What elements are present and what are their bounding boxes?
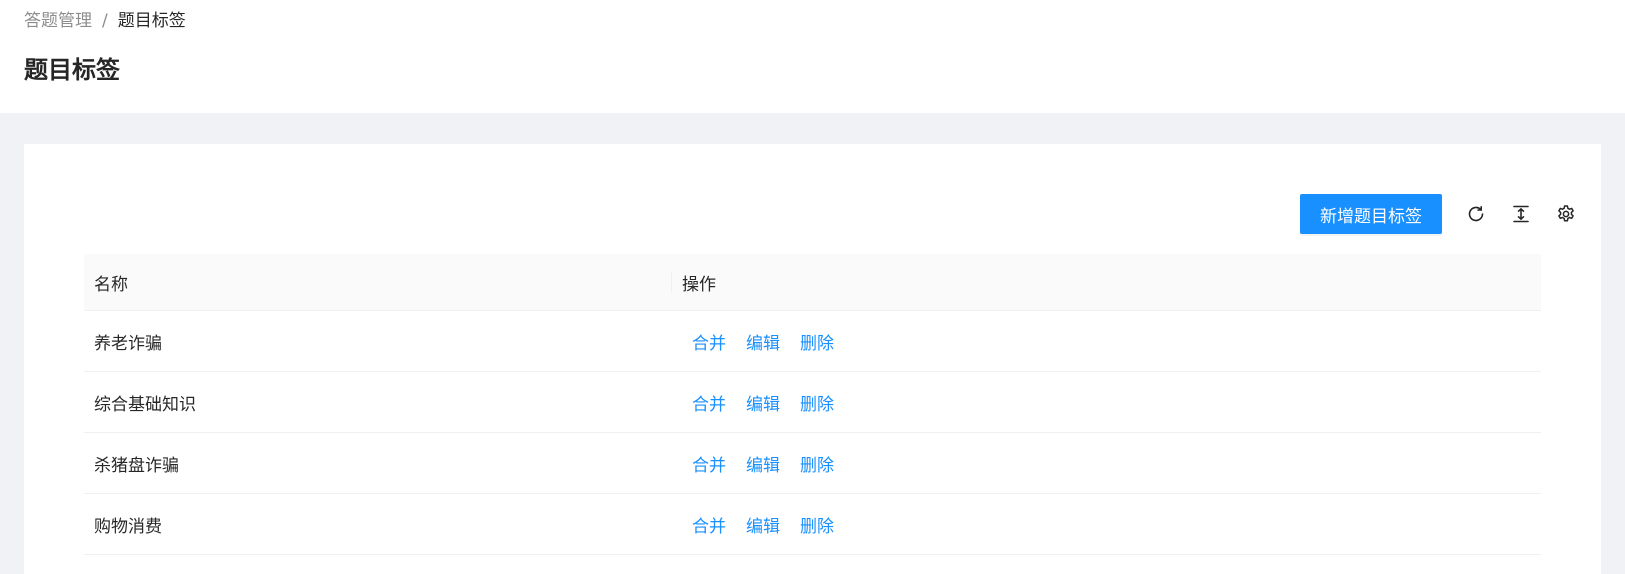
actions-cell: 合并 编辑 删除 xyxy=(672,451,1541,476)
merge-link[interactable]: 合并 xyxy=(692,390,726,415)
table-row: 杀猪盘诈骗 合并 编辑 删除 xyxy=(84,433,1541,494)
reload-icon[interactable] xyxy=(1465,203,1487,225)
breadcrumb: 答题管理 / 题目标签 xyxy=(24,10,186,32)
tags-table: 名称 操作 养老诈骗 合并 编辑 删除 综合基础知识 合并 编辑 删除 杀猪盘诈… xyxy=(84,254,1541,555)
edit-link[interactable]: 编辑 xyxy=(746,390,780,415)
setting-icon[interactable] xyxy=(1555,203,1577,225)
delete-link[interactable]: 删除 xyxy=(800,329,834,354)
column-height-icon[interactable] xyxy=(1510,203,1532,225)
table-row: 养老诈骗 合并 编辑 删除 xyxy=(84,311,1541,372)
column-header-name: 名称 xyxy=(84,270,672,295)
table-toolbar: 新增题目标签 xyxy=(1300,194,1577,234)
delete-link[interactable]: 删除 xyxy=(800,451,834,476)
tag-name-cell: 杀猪盘诈骗 xyxy=(94,455,179,476)
merge-link[interactable]: 合并 xyxy=(692,329,726,354)
edit-link[interactable]: 编辑 xyxy=(746,512,780,537)
page-title: 题目标签 xyxy=(24,56,120,84)
table-row: 综合基础知识 合并 编辑 删除 xyxy=(84,372,1541,433)
column-header-actions: 操作 xyxy=(682,274,716,295)
actions-cell: 合并 编辑 删除 xyxy=(672,390,1541,415)
breadcrumb-separator: / xyxy=(102,11,108,31)
table-header: 名称 操作 xyxy=(84,254,1541,311)
actions-cell: 合并 编辑 删除 xyxy=(672,329,1541,354)
tag-name-cell: 购物消费 xyxy=(94,516,162,537)
merge-link[interactable]: 合并 xyxy=(692,451,726,476)
page-header: 答题管理 / 题目标签 题目标签 xyxy=(0,0,1625,113)
merge-link[interactable]: 合并 xyxy=(692,512,726,537)
tag-name-cell: 综合基础知识 xyxy=(94,394,196,415)
edit-link[interactable]: 编辑 xyxy=(746,451,780,476)
add-tag-button[interactable]: 新增题目标签 xyxy=(1300,194,1442,234)
breadcrumb-parent[interactable]: 答题管理 xyxy=(24,10,92,32)
delete-link[interactable]: 删除 xyxy=(800,512,834,537)
delete-link[interactable]: 删除 xyxy=(800,390,834,415)
table-row: 购物消费 合并 编辑 删除 xyxy=(84,494,1541,555)
edit-link[interactable]: 编辑 xyxy=(746,329,780,354)
tag-name-cell: 养老诈骗 xyxy=(94,333,162,354)
breadcrumb-current: 题目标签 xyxy=(117,11,186,31)
content-card: 新增题目标签 名称 操作 养老诈骗 合并 编辑 删除 综合基础知识 合并 编辑 … xyxy=(24,144,1601,574)
actions-cell: 合并 编辑 删除 xyxy=(672,512,1541,537)
